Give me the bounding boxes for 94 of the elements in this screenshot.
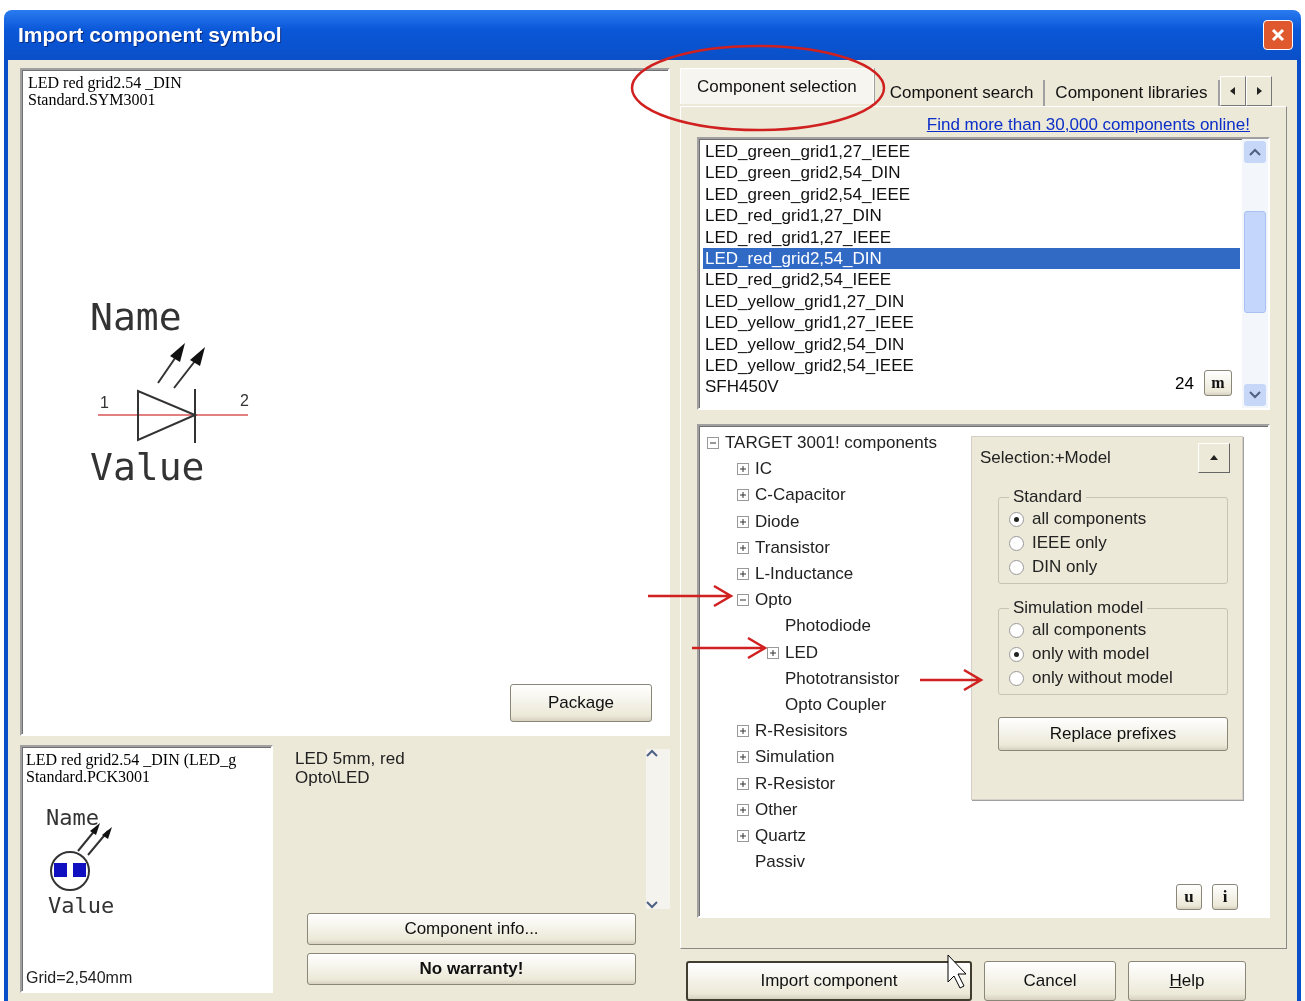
scrollbar[interactable] bbox=[646, 749, 670, 909]
radio-button[interactable] bbox=[1009, 511, 1024, 527]
tab-scroll-right-button[interactable] bbox=[1245, 76, 1272, 106]
small-button[interactable]: u bbox=[1176, 884, 1202, 910]
tree-item[interactable]: TARGET 3001! components bbox=[725, 433, 937, 454]
tree-item[interactable]: Other bbox=[755, 799, 798, 820]
package-info-text: LED red grid2.54 _DIN (LED_g bbox=[26, 751, 238, 768]
tree-item[interactable]: Simulation bbox=[755, 747, 835, 768]
tree-item[interactable]: Transistor bbox=[755, 537, 830, 558]
group-title: Standard bbox=[1012, 487, 1083, 507]
tree-item[interactable]: Diode bbox=[755, 511, 800, 532]
component-description: LED 5mm, red Opto\LED bbox=[295, 748, 406, 789]
grid-text: Grid=2,540mm bbox=[26, 969, 134, 987]
scrollbar[interactable] bbox=[1242, 139, 1268, 408]
radio-button[interactable] bbox=[1009, 670, 1024, 686]
tree-item[interactable]: Quartz bbox=[755, 825, 807, 846]
expand-icon[interactable] bbox=[767, 646, 779, 659]
expand-icon[interactable] bbox=[737, 541, 749, 554]
list-item[interactable]: LED_green_grid1,27_IEEE bbox=[703, 141, 915, 163]
list-item[interactable]: LED_yellow_grid1,27_IEEE bbox=[703, 312, 918, 334]
tree-item[interactable]: IC bbox=[755, 459, 772, 480]
dialog-button[interactable]: Help bbox=[1128, 961, 1246, 1001]
collapse-icon[interactable] bbox=[707, 437, 719, 450]
radio-option[interactable]: IEEE only bbox=[1009, 531, 1219, 555]
radio-button[interactable] bbox=[1009, 646, 1024, 662]
small-button[interactable]: i bbox=[1212, 884, 1238, 910]
radio-option[interactable]: all components bbox=[1009, 507, 1219, 531]
tab[interactable]: Component search bbox=[879, 80, 1046, 106]
tree-item[interactable]: Phototransistor bbox=[785, 668, 900, 689]
radio-option[interactable]: only without model bbox=[1009, 666, 1219, 690]
collapse-button[interactable] bbox=[1198, 443, 1230, 473]
expand-icon[interactable] bbox=[737, 489, 749, 502]
tree-item[interactable]: Opto bbox=[755, 590, 792, 611]
component-info-button[interactable]: Component info... bbox=[307, 913, 636, 945]
chevron-up-icon bbox=[1249, 148, 1261, 156]
radio-button[interactable] bbox=[1009, 622, 1024, 638]
chevron-down-icon bbox=[1249, 391, 1261, 399]
tab[interactable]: Component selection bbox=[680, 68, 874, 104]
count-text: 24 bbox=[1175, 374, 1194, 394]
tree-item[interactable]: Opto Coupler bbox=[785, 694, 887, 715]
symbol-info-text: Standard.SYM3001 bbox=[28, 91, 157, 108]
expand-icon[interactable] bbox=[737, 725, 749, 738]
expand-icon[interactable] bbox=[737, 751, 749, 764]
expand-icon[interactable] bbox=[737, 568, 749, 581]
tree-item[interactable]: LED bbox=[785, 642, 819, 663]
mouse-cursor-icon bbox=[947, 954, 967, 989]
replace-prefixes-button[interactable]: Replace prefixes bbox=[998, 717, 1228, 751]
expand-icon[interactable] bbox=[737, 777, 749, 790]
expand-icon[interactable] bbox=[737, 803, 749, 816]
led-package-drawing: Name Value bbox=[46, 801, 156, 921]
dialog-button[interactable]: Cancel bbox=[984, 961, 1116, 1001]
window-title: Import component symbol bbox=[18, 23, 282, 47]
expand-icon[interactable] bbox=[737, 515, 749, 528]
list-item[interactable]: LED_red_grid1,27_DIN bbox=[703, 205, 886, 227]
list-item[interactable]: LED_yellow_grid2,54_DIN bbox=[703, 333, 909, 355]
radio-option[interactable]: only with model bbox=[1009, 642, 1219, 666]
group-title: Simulation model bbox=[1012, 598, 1145, 618]
expand-icon[interactable] bbox=[737, 463, 749, 476]
list-item[interactable]: LED_red_grid1,27_IEEE bbox=[703, 226, 896, 248]
selection-title: Selection:+Model bbox=[980, 448, 1111, 468]
package-button[interactable]: Package bbox=[510, 684, 652, 722]
online-link[interactable]: Find more than 30,000 components online! bbox=[926, 115, 1250, 135]
close-icon bbox=[1270, 27, 1286, 43]
warranty-button[interactable]: No warranty! bbox=[307, 953, 636, 985]
package-info-text: Standard.PCK3001 bbox=[26, 768, 151, 785]
chevron-up-icon bbox=[646, 749, 658, 757]
radio-button[interactable] bbox=[1009, 559, 1024, 575]
tree-item[interactable]: Passiv bbox=[755, 852, 806, 873]
list-item[interactable]: LED_yellow_grid1,27_DIN bbox=[703, 290, 909, 313]
list-item[interactable]: LED_red_grid2,54_IEEE bbox=[703, 269, 896, 291]
list-item[interactable]: LED_red_grid2,54_DIN bbox=[703, 247, 1240, 270]
list-item[interactable]: LED_green_grid2,54_IEEE bbox=[703, 183, 915, 206]
tree-item[interactable]: R-Resisitors bbox=[755, 721, 848, 742]
radio-button[interactable] bbox=[1009, 535, 1024, 551]
list-item[interactable]: LED_green_grid2,54_DIN bbox=[703, 162, 905, 184]
triangle-up-icon bbox=[1209, 453, 1219, 463]
radio-option[interactable]: all components bbox=[1009, 618, 1219, 642]
dialog-button[interactable]: Import component bbox=[686, 961, 972, 1001]
tree-item[interactable]: R-Resistor bbox=[755, 773, 836, 794]
m-button[interactable]: m bbox=[1204, 370, 1232, 396]
led-symbol-drawing: Name 1 2 Value bbox=[90, 288, 260, 488]
close-button[interactable] bbox=[1263, 20, 1293, 50]
collapse-icon[interactable] bbox=[737, 594, 749, 607]
tab-scroll-left-button[interactable] bbox=[1219, 76, 1246, 106]
tree-item[interactable]: Photodiode bbox=[785, 616, 872, 637]
list-item[interactable]: LED_yellow_grid2,54_IEEE bbox=[703, 354, 918, 377]
expand-icon[interactable] bbox=[737, 829, 749, 842]
symbol-info-text: LED red grid2.54 _DIN bbox=[28, 74, 183, 91]
tree-item[interactable]: L-Inductance bbox=[755, 564, 854, 585]
list-item[interactable]: SFH450V bbox=[703, 376, 783, 398]
radio-option[interactable]: DIN only bbox=[1009, 555, 1219, 579]
chevron-down-icon bbox=[646, 901, 658, 909]
annotation-arrow bbox=[918, 668, 984, 692]
tree-item[interactable]: C-Capacitor bbox=[755, 485, 846, 506]
